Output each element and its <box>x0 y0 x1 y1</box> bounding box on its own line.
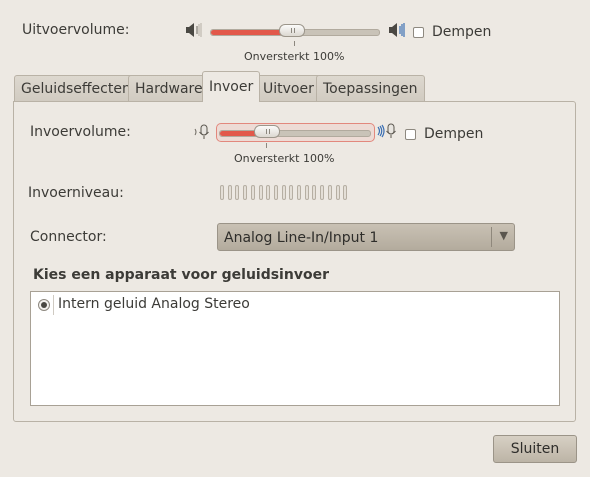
output-amplified-label: Onversterkt 100% <box>244 50 345 63</box>
tab-hardware[interactable]: Hardware <box>128 75 210 101</box>
level-segment <box>297 185 301 200</box>
connector-label: Connector: <box>30 229 107 245</box>
output-volume-label: Uitvoervolume: <box>22 22 130 38</box>
level-segment <box>343 185 348 200</box>
tab-label: Uitvoer <box>263 81 314 97</box>
input-volume-label: Invoervolume: <box>30 124 131 140</box>
level-segment <box>304 185 309 200</box>
device-name: Intern geluid Analog Stereo <box>58 296 250 312</box>
connector-value: Analog Line-In/Input 1 <box>224 230 379 246</box>
level-segment <box>289 185 294 200</box>
level-segment <box>281 185 286 200</box>
tab-label: Geluidseffecten <box>21 81 131 97</box>
chevron-down-icon: ▼ <box>499 229 508 242</box>
level-segment <box>266 185 271 200</box>
level-segment <box>273 185 278 200</box>
tab-label: Toepassingen <box>323 81 418 97</box>
level-segment <box>335 185 340 200</box>
output-mute-checkbox[interactable] <box>413 27 424 38</box>
output-volume-knob[interactable] <box>279 24 305 37</box>
tab-invoer[interactable]: Invoer <box>202 71 261 102</box>
input-mute-checkbox[interactable] <box>405 129 416 140</box>
level-segment <box>258 185 263 200</box>
input-volume-100-tick <box>266 143 267 148</box>
tab-toepassingen[interactable]: Toepassingen <box>316 75 425 101</box>
close-button[interactable]: Sluiten <box>493 435 577 463</box>
level-segment <box>312 185 317 200</box>
level-segment <box>243 185 248 200</box>
level-segment <box>250 185 255 200</box>
input-device-list[interactable]: Intern geluid Analog Stereo <box>30 291 560 406</box>
microphone-high-icon <box>377 123 396 138</box>
speaker-high-icon <box>389 23 405 37</box>
level-segment <box>235 185 240 200</box>
speaker-low-icon <box>186 23 202 37</box>
output-volume-slider[interactable] <box>210 24 380 39</box>
tab-label: Hardware <box>135 81 203 97</box>
input-mute-label[interactable]: Dempen <box>424 126 483 142</box>
connector-combobox[interactable]: Analog Line-In/Input 1 ▼ <box>217 223 515 251</box>
input-volume-knob[interactable] <box>254 125 280 138</box>
tab-uitvoer[interactable]: Uitvoer <box>256 75 321 101</box>
output-volume-100-tick <box>294 41 295 46</box>
tab-geluidseffecten[interactable]: Geluidseffecten <box>14 75 138 101</box>
level-segment <box>320 185 325 200</box>
device-radio-selected[interactable] <box>38 299 50 311</box>
combo-separator <box>491 227 492 247</box>
microphone-low-icon <box>194 124 209 139</box>
device-list-heading: Kies een apparaat voor geluidsinvoer <box>33 267 329 283</box>
list-item[interactable]: Intern geluid Analog Stereo <box>31 292 559 318</box>
level-segment <box>327 185 332 200</box>
list-separator <box>53 295 54 315</box>
input-level-label: Invoerniveau: <box>28 185 124 201</box>
level-segment <box>227 185 232 200</box>
tab-label: Invoer <box>209 79 254 95</box>
input-amplified-label: Onversterkt 100% <box>234 152 335 165</box>
level-segment <box>220 185 224 200</box>
input-volume-slider[interactable] <box>219 125 371 140</box>
output-mute-label[interactable]: Dempen <box>432 24 491 40</box>
